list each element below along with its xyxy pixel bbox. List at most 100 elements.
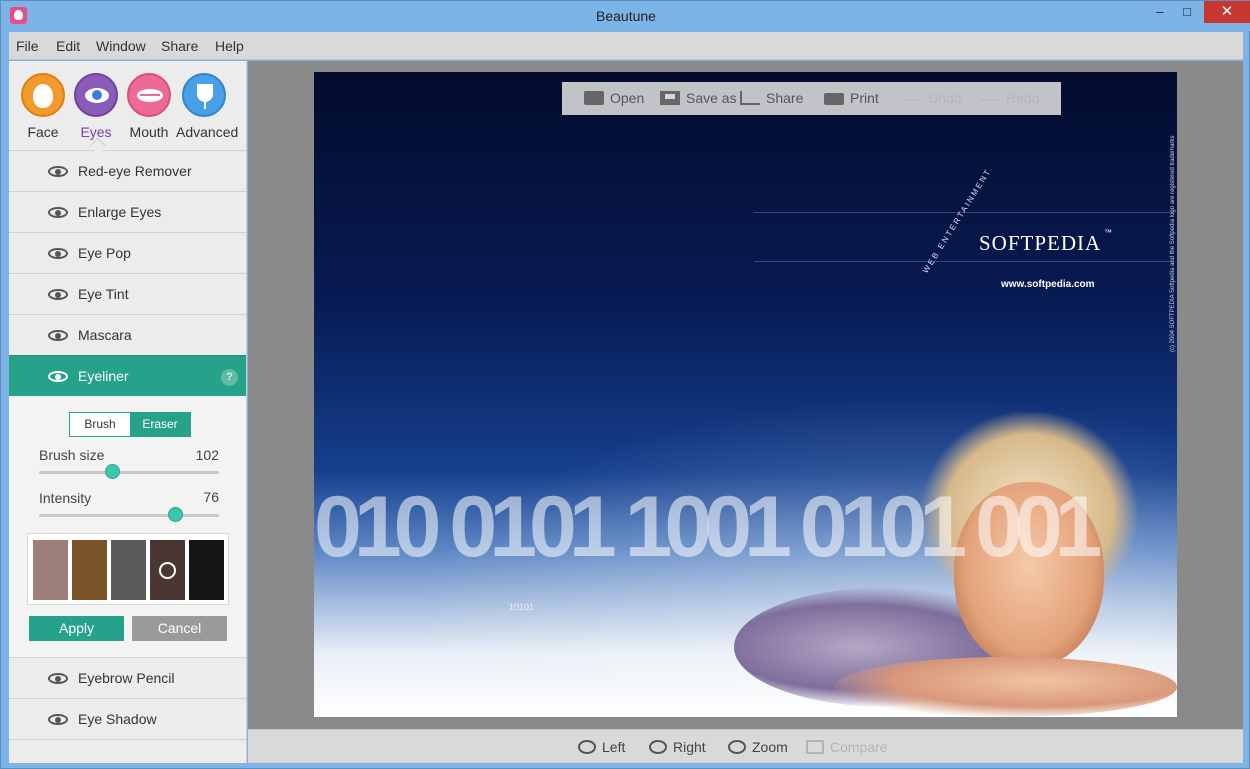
intensity-slider[interactable]: [39, 514, 219, 517]
tool-label: Eye Tint: [78, 286, 129, 302]
tool-eye-shadow[interactable]: Eye Shadow: [9, 698, 246, 739]
intensity-slider-thumb[interactable]: [167, 507, 183, 522]
category-mouth[interactable]: Mouth: [121, 73, 177, 140]
watermark-url: www.softpedia.com: [1001, 279, 1095, 290]
color-swatch-selected[interactable]: [150, 540, 185, 600]
printer-icon: [824, 93, 844, 105]
category-label: Face: [27, 124, 59, 140]
eye-shadow-icon: [46, 711, 70, 727]
binary-digits-small: 10101: [509, 602, 535, 612]
bottom-toolbar: Left Right Zoom Compare: [248, 729, 1243, 763]
menu-share[interactable]: Share: [161, 38, 198, 54]
eye-icon: [74, 73, 118, 117]
eyeliner-icon: [46, 368, 70, 384]
menu-bar: File Edit Window Share Help: [9, 32, 1243, 60]
tool-label: Mascara: [78, 327, 132, 343]
mascara-icon: [46, 327, 70, 343]
photo-canvas[interactable]: SOFTPEDIA ™ www.softpedia.com WEB ENTERT…: [314, 72, 1177, 717]
brush-size-slider[interactable]: [39, 471, 219, 474]
tool-eye-pop[interactable]: Eye Pop: [9, 232, 246, 273]
help-icon[interactable]: ?: [221, 369, 238, 386]
tool-label: Eyeliner: [78, 368, 129, 384]
folder-icon: [584, 91, 604, 105]
face-icon: [21, 73, 65, 117]
save-icon: [660, 91, 680, 105]
redo-button[interactable]: Redo: [980, 90, 1039, 106]
category-label: Mouth: [129, 124, 169, 140]
compare-icon: [806, 740, 824, 754]
open-button[interactable]: Open: [584, 90, 644, 106]
window-title: Beautune: [596, 8, 656, 24]
brush-eraser-toggle: Brush Eraser: [69, 412, 191, 437]
brush-size-value: 102: [195, 447, 219, 463]
tool-label: Eye Pop: [78, 245, 131, 261]
zoom-button[interactable]: Zoom: [728, 739, 788, 755]
tool-enlarge-eyes[interactable]: Enlarge Eyes: [9, 191, 246, 232]
minimize-button[interactable]: –: [1149, 1, 1171, 23]
undo-button[interactable]: Undo: [902, 90, 961, 106]
binary-digits-decor: 010 0101 1001 0101 001: [314, 492, 1103, 575]
print-button[interactable]: Print: [824, 90, 879, 106]
lips-icon: [127, 73, 171, 117]
cancel-button[interactable]: Cancel: [132, 616, 227, 641]
menu-window[interactable]: Window: [96, 38, 146, 54]
photo-workspace: SOFTPEDIA ™ www.softpedia.com WEB ENTERT…: [248, 61, 1243, 729]
rotate-left-icon: [578, 740, 596, 754]
sidebar: Face Eyes Mouth Advanced Red-eye Remover…: [9, 61, 247, 763]
close-button[interactable]: ✕: [1204, 1, 1250, 23]
brush-size-label: Brush size: [39, 447, 105, 463]
eyebrow-pencil-icon: [46, 670, 70, 686]
brush-mode-button[interactable]: Brush: [70, 413, 130, 436]
rotate-left-button[interactable]: Left: [578, 739, 625, 755]
selected-ring-icon: [159, 562, 176, 579]
undo-icon: [902, 99, 922, 101]
color-swatch[interactable]: [111, 540, 146, 600]
app-window: Beautune – □ ✕ File Edit Window Share He…: [0, 0, 1250, 769]
category-advanced[interactable]: Advanced: [176, 73, 239, 140]
share-button[interactable]: Share: [740, 90, 803, 106]
red-eye-remover-icon: [46, 163, 70, 179]
sidebar-footer: [9, 739, 246, 763]
category-label: Advanced: [176, 124, 239, 140]
tulip-icon: [182, 73, 226, 117]
rotate-right-icon: [649, 740, 667, 754]
color-swatch[interactable]: [33, 540, 68, 600]
tool-eyebrow-pencil[interactable]: Eyebrow Pencil: [9, 657, 246, 698]
category-face[interactable]: Face: [15, 73, 71, 140]
watermark-brand: SOFTPEDIA: [979, 231, 1102, 255]
menu-edit[interactable]: Edit: [56, 38, 80, 54]
menu-file[interactable]: File: [16, 38, 39, 54]
brush-size-slider-thumb[interactable]: [104, 464, 120, 479]
intensity-value: 76: [203, 489, 219, 505]
tool-label: Eyebrow Pencil: [78, 670, 175, 686]
tool-label: Eye Shadow: [78, 711, 157, 727]
watermark-tm: ™: [1104, 228, 1112, 237]
title-bar: Beautune – □ ✕: [1, 1, 1250, 31]
intensity-label: Intensity: [39, 490, 92, 506]
watermark-waves: [754, 212, 1174, 262]
maximize-button[interactable]: □: [1176, 1, 1198, 23]
tool-red-eye-remover[interactable]: Red-eye Remover: [9, 150, 246, 191]
watermark-side-text: (c) 2004 SOFTPEDIA Softpedia and the Sof…: [1170, 135, 1176, 352]
tool-eye-tint[interactable]: Eye Tint: [9, 273, 246, 314]
redo-icon: [980, 99, 1000, 101]
rotate-right-button[interactable]: Right: [649, 739, 706, 755]
zoom-icon: [728, 740, 746, 754]
color-swatch[interactable]: [189, 540, 224, 600]
enlarge-eyes-icon: [46, 204, 70, 220]
apply-button[interactable]: Apply: [29, 616, 124, 641]
eye-tint-icon: [46, 286, 70, 302]
category-eyes[interactable]: Eyes: [68, 73, 124, 140]
save-as-button[interactable]: Save as: [660, 90, 737, 106]
tool-mascara[interactable]: Mascara: [9, 314, 246, 355]
eye-pop-icon: [46, 245, 70, 261]
color-swatch[interactable]: [72, 540, 107, 600]
compare-button[interactable]: Compare: [806, 739, 888, 755]
eraser-mode-button[interactable]: Eraser: [130, 413, 190, 436]
eyeliner-settings-panel: Brush Eraser Brush size 102 Intensity 76…: [9, 397, 246, 657]
photo-toolbar: Open Save as Share Print Undo Redo: [562, 82, 1061, 115]
menu-help[interactable]: Help: [215, 38, 244, 54]
tool-eyeliner[interactable]: Eyeliner ?: [9, 355, 246, 396]
color-swatches: [27, 533, 229, 605]
share-icon: [740, 91, 760, 105]
